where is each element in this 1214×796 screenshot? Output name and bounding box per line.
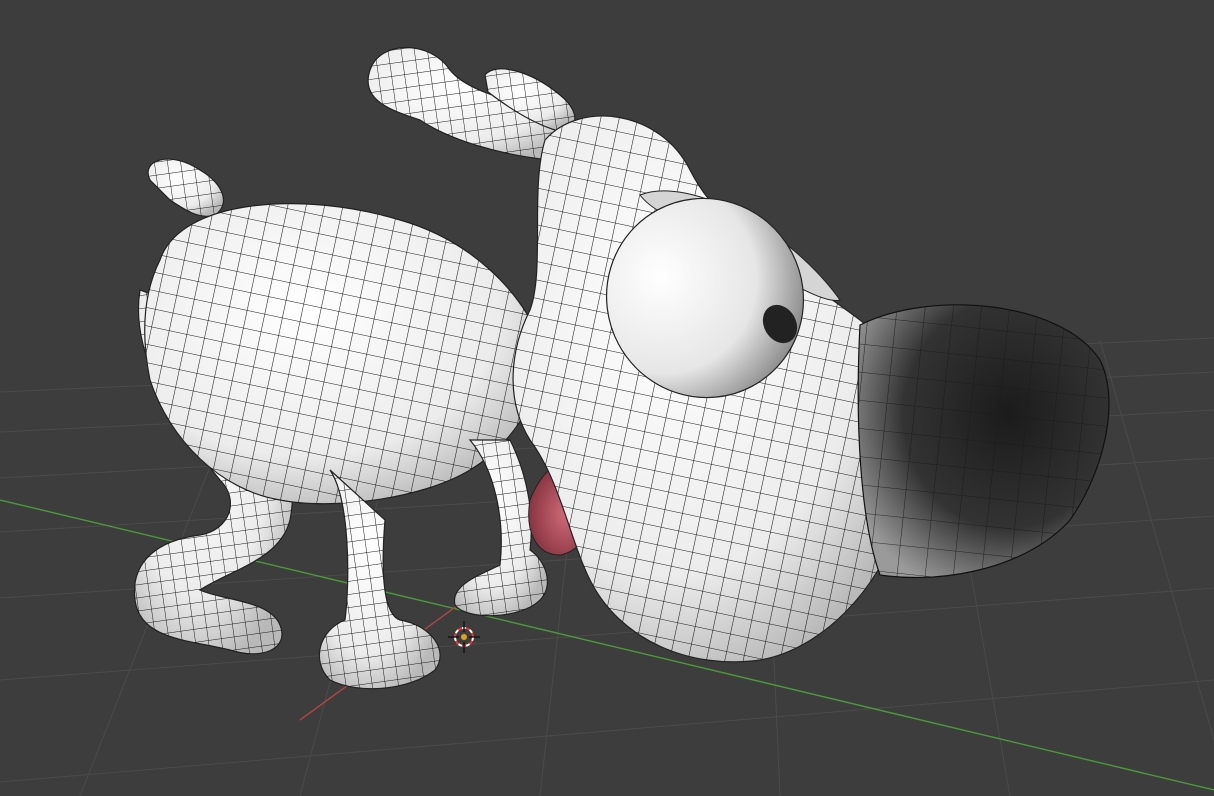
dog-mesh-icon[interactable] — [133, 47, 1110, 690]
dog-nose[interactable] — [857, 304, 1110, 579]
dog-tail[interactable] — [147, 158, 224, 217]
3d-viewport[interactable] — [0, 0, 1214, 796]
3d-cursor-icon[interactable] — [448, 621, 480, 653]
viewport-canvas[interactable] — [0, 0, 1214, 796]
